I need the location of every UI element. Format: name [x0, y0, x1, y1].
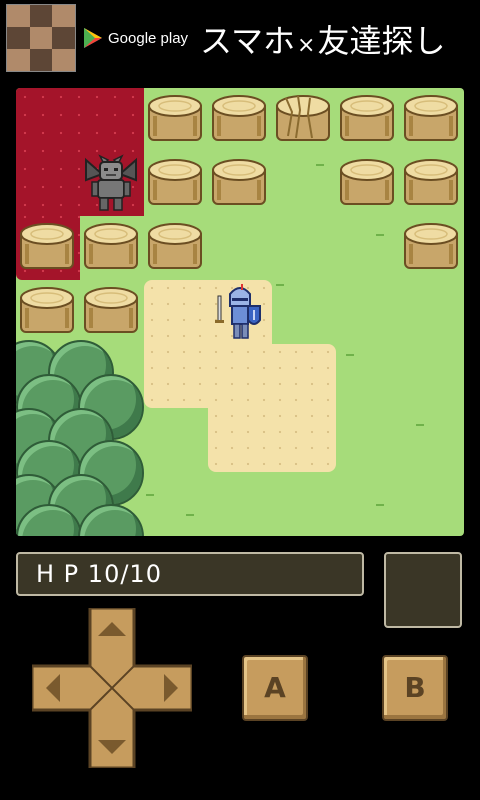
tree-stump [18, 284, 76, 338]
tree-stump [18, 220, 76, 274]
gargoyle-enemy [85, 154, 137, 211]
game-map[interactable] [16, 88, 464, 536]
tree-stump [146, 220, 204, 274]
tree-stump [146, 156, 204, 210]
ad-banner[interactable]: Google play スマホ×友達探し [0, 0, 480, 78]
tree-stump [210, 156, 268, 210]
tree-stump [402, 92, 460, 146]
sand-path [208, 344, 336, 472]
dpad[interactable] [32, 608, 192, 768]
grass-tuft [376, 228, 384, 236]
google-play-badge[interactable]: Google play [82, 24, 188, 52]
grass-tuft [376, 498, 384, 506]
grass-tuft [186, 508, 194, 516]
ad-title[interactable]: スマホ×友達探し [200, 16, 446, 62]
tree-stump [338, 156, 396, 210]
a-button[interactable]: A [242, 655, 308, 721]
google-play-icon [84, 28, 102, 48]
tree-stump [338, 92, 396, 146]
tree-stump [82, 284, 140, 338]
ad-thumbnail[interactable] [6, 4, 76, 72]
google-play-label: Google play [108, 29, 189, 47]
tree-stump [82, 220, 140, 274]
tree-stump [210, 92, 268, 146]
b-button-label: B [404, 671, 426, 704]
grass-tuft [416, 418, 424, 426]
broken-tree-stump [274, 92, 332, 146]
b-button[interactable]: B [382, 655, 448, 721]
grass-tuft [316, 158, 324, 166]
tree-stump [146, 92, 204, 146]
hp-status-bar: H P 10/10 [16, 552, 364, 596]
item-slot[interactable] [384, 552, 462, 628]
grass-tuft [146, 488, 154, 496]
hp-text: H P 10/10 [36, 560, 162, 588]
grass-tuft [276, 278, 284, 286]
tree-stump [402, 156, 460, 210]
grass-tuft [346, 348, 354, 356]
a-button-label: A [264, 671, 286, 704]
knight-player [215, 284, 261, 339]
tree-stump [402, 220, 460, 274]
